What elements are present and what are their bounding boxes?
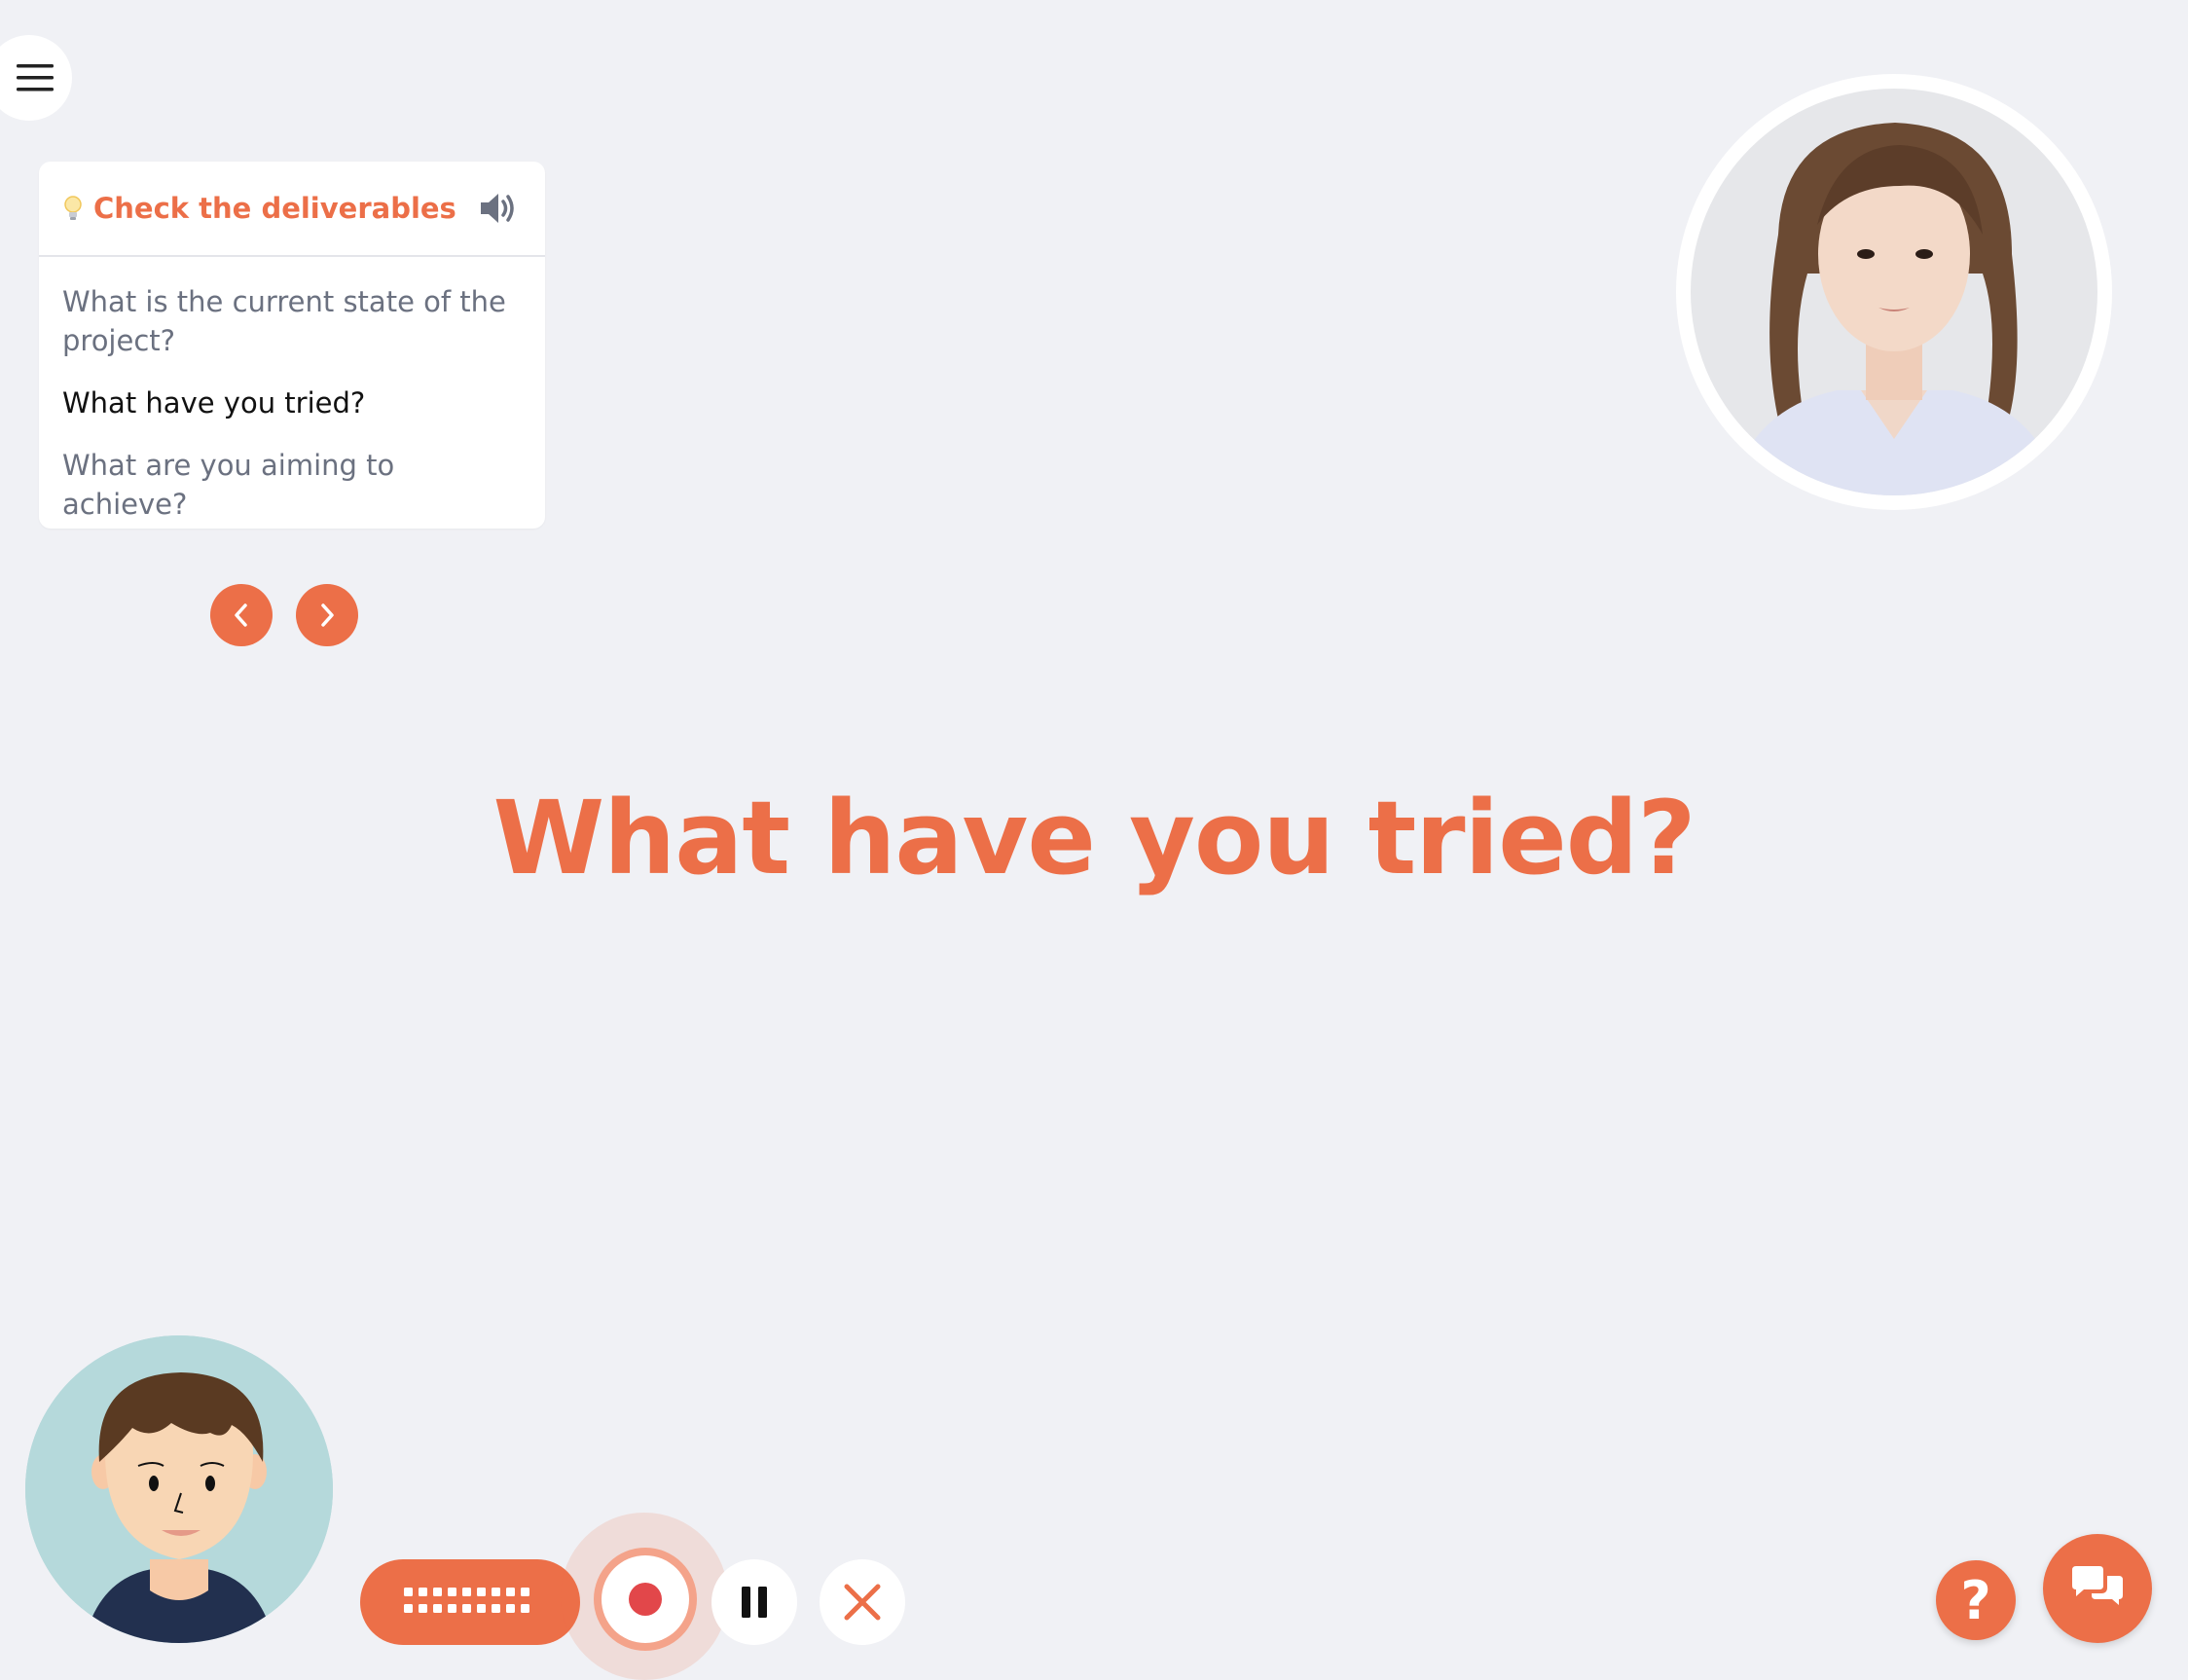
chevron-left-icon: [235, 603, 247, 627]
user-avatar: [25, 1335, 333, 1643]
user-avatar-illustration: [25, 1335, 333, 1643]
hint-card-title: Check the deliverables: [93, 192, 456, 225]
lightbulb-icon: [62, 195, 84, 222]
pause-icon: [742, 1587, 767, 1618]
hint-item-active[interactable]: What have you tried?: [62, 383, 522, 422]
hint-item[interactable]: What is the current state of the project…: [62, 282, 522, 360]
close-icon: [844, 1584, 881, 1621]
interviewer-photo: [1691, 89, 2097, 495]
hamburger-menu-icon: [17, 64, 54, 91]
chat-button[interactable]: [2043, 1534, 2152, 1643]
end-session-button[interactable]: [820, 1559, 905, 1645]
record-button[interactable]: [602, 1555, 689, 1643]
current-question: What have you tried?: [492, 779, 1696, 897]
help-button[interactable]: ?: [1936, 1560, 2016, 1640]
next-hint-button[interactable]: [296, 584, 358, 646]
interview-practice-screen: Check the deliverables What is the curre…: [0, 0, 2188, 1680]
pause-button[interactable]: [711, 1559, 797, 1645]
speaker-volume-icon[interactable]: [479, 189, 520, 232]
hint-card-header: Check the deliverables: [39, 162, 545, 257]
hint-card: Check the deliverables What is the curre…: [39, 162, 545, 529]
hint-list: What is the current state of the project…: [39, 257, 545, 524]
keyboard-icon: [404, 1588, 529, 1613]
keyboard-input-button[interactable]: [360, 1559, 580, 1645]
menu-button[interactable]: [0, 35, 72, 121]
previous-hint-button[interactable]: [210, 584, 273, 646]
interviewer-avatar: [1676, 74, 2112, 510]
record-icon: [629, 1583, 662, 1616]
hint-item[interactable]: What are you aiming to achieve?: [62, 446, 522, 524]
chevron-right-icon: [321, 603, 334, 627]
chat-bubbles-icon: [2072, 1566, 2123, 1605]
